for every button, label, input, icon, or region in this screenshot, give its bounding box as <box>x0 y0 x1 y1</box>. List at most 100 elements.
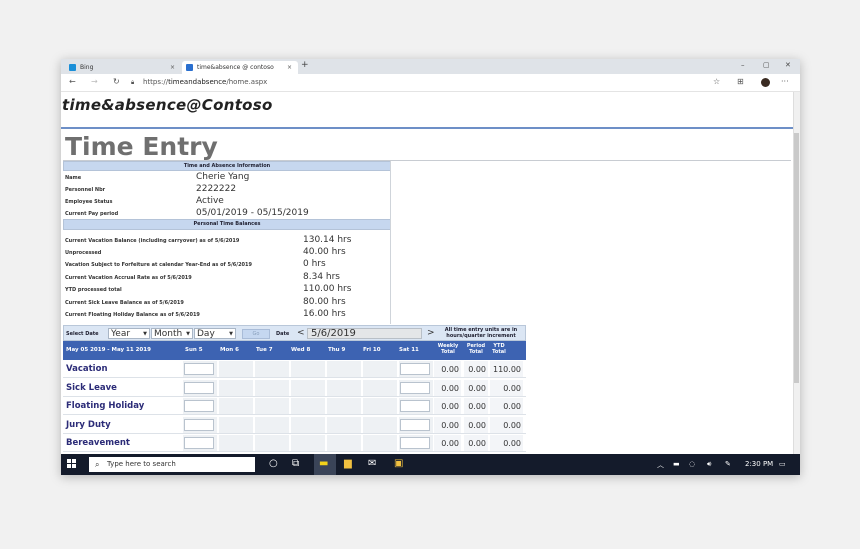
day-cell <box>326 435 361 451</box>
hours-input[interactable] <box>184 381 214 394</box>
balance-label: Current Sick Leave Balance as of 5/6/201… <box>65 300 184 306</box>
day-cell <box>218 361 253 377</box>
select-date-label: Select Date <box>66 331 99 337</box>
week-range-label: May 05 2019 - May 11 2019 <box>66 347 151 353</box>
period-total-value: 0.00 <box>468 365 486 374</box>
day-cell <box>362 361 397 377</box>
balances-section-header: Personal Time Balances <box>63 219 391 230</box>
taskbar-search-box[interactable]: ⌕ Type here to search <box>89 457 255 472</box>
timesheet-header: May 05 2019 - May 11 2019 Sun 5 Mon 6 Tu… <box>63 341 526 360</box>
day-cell <box>290 398 325 414</box>
ytd-total-value: 0.00 <box>503 420 521 430</box>
hours-input[interactable] <box>400 400 430 412</box>
balance-label: Current Floating Holiday Balance as of 5… <box>65 312 200 318</box>
battery-icon[interactable]: ▬ <box>673 460 680 468</box>
url-scheme: https:// <box>143 78 169 86</box>
category-label: Floating Holiday <box>66 401 145 411</box>
forward-button[interactable]: → <box>91 77 98 86</box>
profile-avatar[interactable] <box>761 78 770 87</box>
info-value: 2222222 <box>196 184 237 194</box>
hours-input[interactable] <box>400 381 430 394</box>
store-icon[interactable]: ▣ <box>394 458 403 469</box>
favorite-star-icon[interactable]: ☆ <box>713 77 720 86</box>
ytd-total-value: 110.00 <box>493 365 521 374</box>
ytd-total-value: 0.00 <box>503 383 521 393</box>
clock[interactable]: 2:30 PM <box>745 460 773 468</box>
year-select[interactable]: Year ▼ <box>108 328 150 339</box>
hours-input[interactable] <box>184 418 214 431</box>
hours-input[interactable] <box>184 437 214 449</box>
show-hidden-icons-icon[interactable]: ︿ <box>657 460 664 470</box>
collections-icon[interactable]: ⊞ <box>737 77 744 86</box>
day-header: Mon 6 <box>220 347 239 353</box>
period-total-value: 0.00 <box>468 383 486 393</box>
day-header: Sun 5 <box>185 347 203 353</box>
task-view-icon[interactable]: ⧉ <box>292 458 299 469</box>
new-tab-button[interactable]: + <box>301 60 309 70</box>
day-cell <box>326 379 361 396</box>
file-explorer-icon[interactable]: ▆ <box>344 458 352 469</box>
day-cell <box>326 361 361 377</box>
go-button[interactable]: Go <box>242 329 270 339</box>
site-logo: time&absence@Contoso <box>62 96 273 114</box>
close-tab-icon[interactable]: × <box>287 64 292 71</box>
weekly-total-value: 0.00 <box>441 365 459 374</box>
refresh-button[interactable]: ↻ <box>113 77 120 86</box>
hours-input[interactable] <box>184 400 214 412</box>
balance-row: Current Floating Holiday Balance as of 5… <box>63 308 391 320</box>
info-label: Personnel Nbr <box>65 187 106 193</box>
day-cell <box>254 398 289 414</box>
category-label: Sick Leave <box>66 382 117 393</box>
date-label: Date <box>276 331 290 337</box>
chevron-down-icon: ▼ <box>229 331 233 337</box>
back-button[interactable]: ← <box>69 77 76 86</box>
tab-timeandabsence[interactable]: time&absence @ contoso × <box>182 61 298 74</box>
notifications-icon[interactable]: ▭ <box>779 460 786 468</box>
units-note: All time entry units are in hours/quarte… <box>444 327 518 339</box>
browser-window: Bing × time&absence @ contoso × + – ▢ ✕ … <box>61 59 800 475</box>
day-cell <box>362 379 397 396</box>
scrollbar-thumb[interactable] <box>794 133 799 383</box>
url-host: timeandabsence <box>168 78 227 86</box>
windows-start-icon[interactable] <box>67 459 77 469</box>
hours-input[interactable] <box>400 363 430 375</box>
day-cell <box>218 379 253 396</box>
chevron-down-icon: ▼ <box>143 331 147 337</box>
next-date-button[interactable]: > <box>427 328 435 338</box>
category-label: Jury Duty <box>66 419 111 430</box>
hours-input[interactable] <box>184 363 214 375</box>
hours-input[interactable] <box>400 437 430 449</box>
day-header: Sat 11 <box>399 347 419 353</box>
balance-value: 130.14 hrs <box>303 235 352 245</box>
date-selector-bar: Select Date Year ▼ Month ▼ Day ▼ Go Date < … <box>63 325 526 341</box>
volume-icon[interactable]: 🔊︎ <box>707 460 711 469</box>
app-icon[interactable]: ▬ <box>319 458 328 469</box>
day-cell <box>290 435 325 451</box>
day-cell <box>362 416 397 433</box>
address-bar[interactable]: https://timeandabsence/home.aspx <box>143 78 267 86</box>
navigation-bar: ← → ↻ 🔒︎ https://timeandabsence/home.asp… <box>61 74 800 92</box>
day-cell <box>362 398 397 414</box>
close-tab-icon[interactable]: × <box>170 64 175 71</box>
network-icon[interactable]: ◌ <box>689 460 695 468</box>
minimize-button[interactable]: – <box>741 61 745 69</box>
more-menu-icon[interactable]: ··· <box>781 77 789 86</box>
day-select[interactable]: Day ▼ <box>194 328 236 339</box>
year-select-value: Year <box>111 329 131 339</box>
day-header: Fri 10 <box>363 347 381 353</box>
maximize-button[interactable]: ▢ <box>763 61 770 69</box>
tab-bing[interactable]: Bing × <box>65 61 181 74</box>
cortana-icon[interactable]: ○ <box>269 458 278 469</box>
day-cell <box>254 379 289 396</box>
table-row: Floating Holiday 0.00 0.00 0.00 <box>63 397 526 415</box>
pen-icon[interactable]: ✎ <box>725 460 731 468</box>
info-row-status: Employee Status Active <box>63 195 391 207</box>
info-label: Employee Status <box>65 199 113 205</box>
date-display: 5/6/2019 <box>307 328 422 339</box>
mail-icon[interactable]: ✉ <box>368 458 376 469</box>
close-window-button[interactable]: ✕ <box>785 61 791 69</box>
previous-date-button[interactable]: < <box>297 328 305 338</box>
day-cell <box>254 416 289 433</box>
month-select[interactable]: Month ▼ <box>151 328 193 339</box>
hours-input[interactable] <box>400 418 430 431</box>
